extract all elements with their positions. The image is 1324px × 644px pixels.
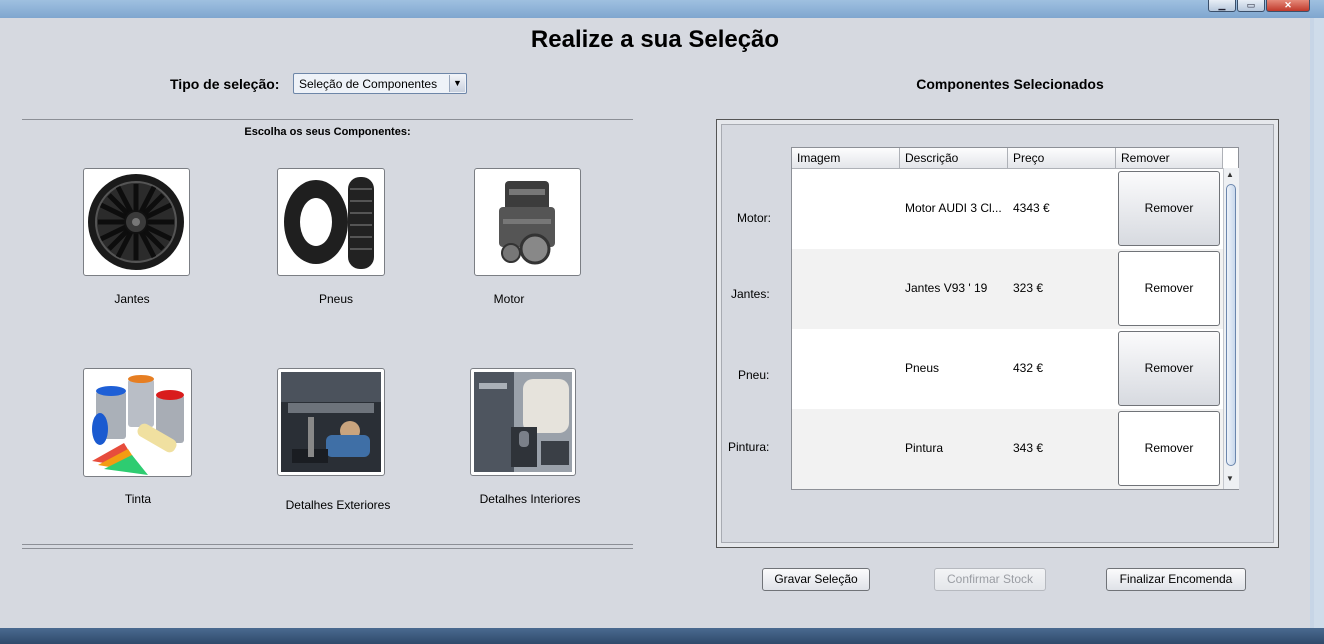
detalhes-exteriores-button[interactable] [277,368,385,476]
jantes-label: Jantes [114,292,150,306]
engine-icon [499,181,555,265]
maximize-button[interactable]: ▭ [1237,0,1265,12]
scroll-down-icon[interactable]: ▼ [1226,474,1234,483]
cell-price: 323 € [1013,281,1044,295]
selection-type-dropdown[interactable]: Seleção de Componentes ▼ [293,73,467,94]
cell-description: Pneus [905,361,940,375]
remove-button[interactable]: Remover [1118,251,1220,326]
close-button[interactable]: ✕ [1266,0,1310,12]
wheel-rim-icon [88,174,184,270]
table-row: Jantes V93 ' 19 323 € Remover [792,249,1223,329]
remove-button[interactable]: Remover [1118,171,1220,246]
selection-type-value: Seleção de Componentes [299,77,438,91]
chevron-down-icon[interactable]: ▼ [449,75,465,92]
cell-description: Pintura [905,441,944,455]
scrollbar-thumb[interactable] [1226,184,1236,466]
detalhes-interiores-label: Detalhes Interiores [479,492,581,506]
table-scrollbar[interactable]: ▲ ▼ [1223,168,1239,489]
cell-price: 4343 € [1013,201,1050,215]
confirm-stock-button[interactable]: Confirmar Stock [934,568,1046,591]
scroll-up-icon[interactable]: ▲ [1226,170,1234,179]
divider [22,544,633,549]
row-label-jantes: Jantes: [731,287,770,301]
row-label-motor: Motor: [737,211,772,225]
tinta-button[interactable] [83,368,192,477]
paint-cans-icon [92,375,184,475]
table-row: Motor AUDI 3 Cl... 4343 € Remover [792,169,1223,249]
tyre-icon [284,177,374,269]
detalhes-interiores-button[interactable] [470,368,576,476]
motor-button[interactable] [474,168,581,276]
finish-order-button[interactable]: Finalizar Encomenda [1106,568,1246,591]
motor-label: Motor [493,292,525,306]
main-window: Realize a sua Seleção Tipo de seleção: S… [0,18,1314,628]
column-header-imagem[interactable]: Imagem [792,148,900,168]
table-header: Imagem Descrição Preço Remover [792,148,1223,169]
components-heading: Escolha os seus Componentes: [244,126,411,138]
cell-description: Jantes V93 ' 19 [905,281,988,295]
column-header-preco[interactable]: Preço [1008,148,1116,168]
column-header-remover[interactable]: Remover [1116,148,1223,168]
selected-components-heading: Componentes Selecionados [916,76,1104,92]
cell-description: Motor AUDI 3 Cl... [905,201,1002,215]
remove-button[interactable]: Remover [1118,411,1220,486]
column-header-descricao[interactable]: Descrição [900,148,1008,168]
remove-button[interactable]: Remover [1118,331,1220,406]
cell-price: 343 € [1013,441,1044,455]
divider [22,119,633,120]
jantes-button[interactable] [83,168,190,276]
tinta-label: Tinta [124,492,152,506]
selected-components-table: Imagem Descrição Preço Remover Motor AUD… [791,147,1239,490]
window-titlebar: ▁ ▭ ✕ [0,0,1324,18]
selection-type-label: Tipo de seleção: [170,76,280,92]
pneus-label: Pneus [318,292,354,306]
page-title: Realize a sua Seleção [530,26,780,53]
window-border [1314,18,1324,644]
table-row: Pintura 343 € Remover [792,409,1223,489]
table-row: Pneus 432 € Remover [792,329,1223,409]
save-selection-button[interactable]: Gravar Seleção [762,568,870,591]
minimize-button[interactable]: ▁ [1208,0,1236,12]
cell-price: 432 € [1013,361,1044,375]
detalhes-exteriores-label: Detalhes Exteriores [285,498,391,512]
pneus-button[interactable] [277,168,385,276]
row-label-pneu: Pneu: [738,368,770,382]
car-interior-icon [474,372,572,472]
window-controls: ▁ ▭ ✕ [1208,0,1310,12]
row-label-pintura: Pintura: [728,440,770,454]
taskbar-edge [0,628,1324,644]
mechanic-icon [281,372,381,472]
